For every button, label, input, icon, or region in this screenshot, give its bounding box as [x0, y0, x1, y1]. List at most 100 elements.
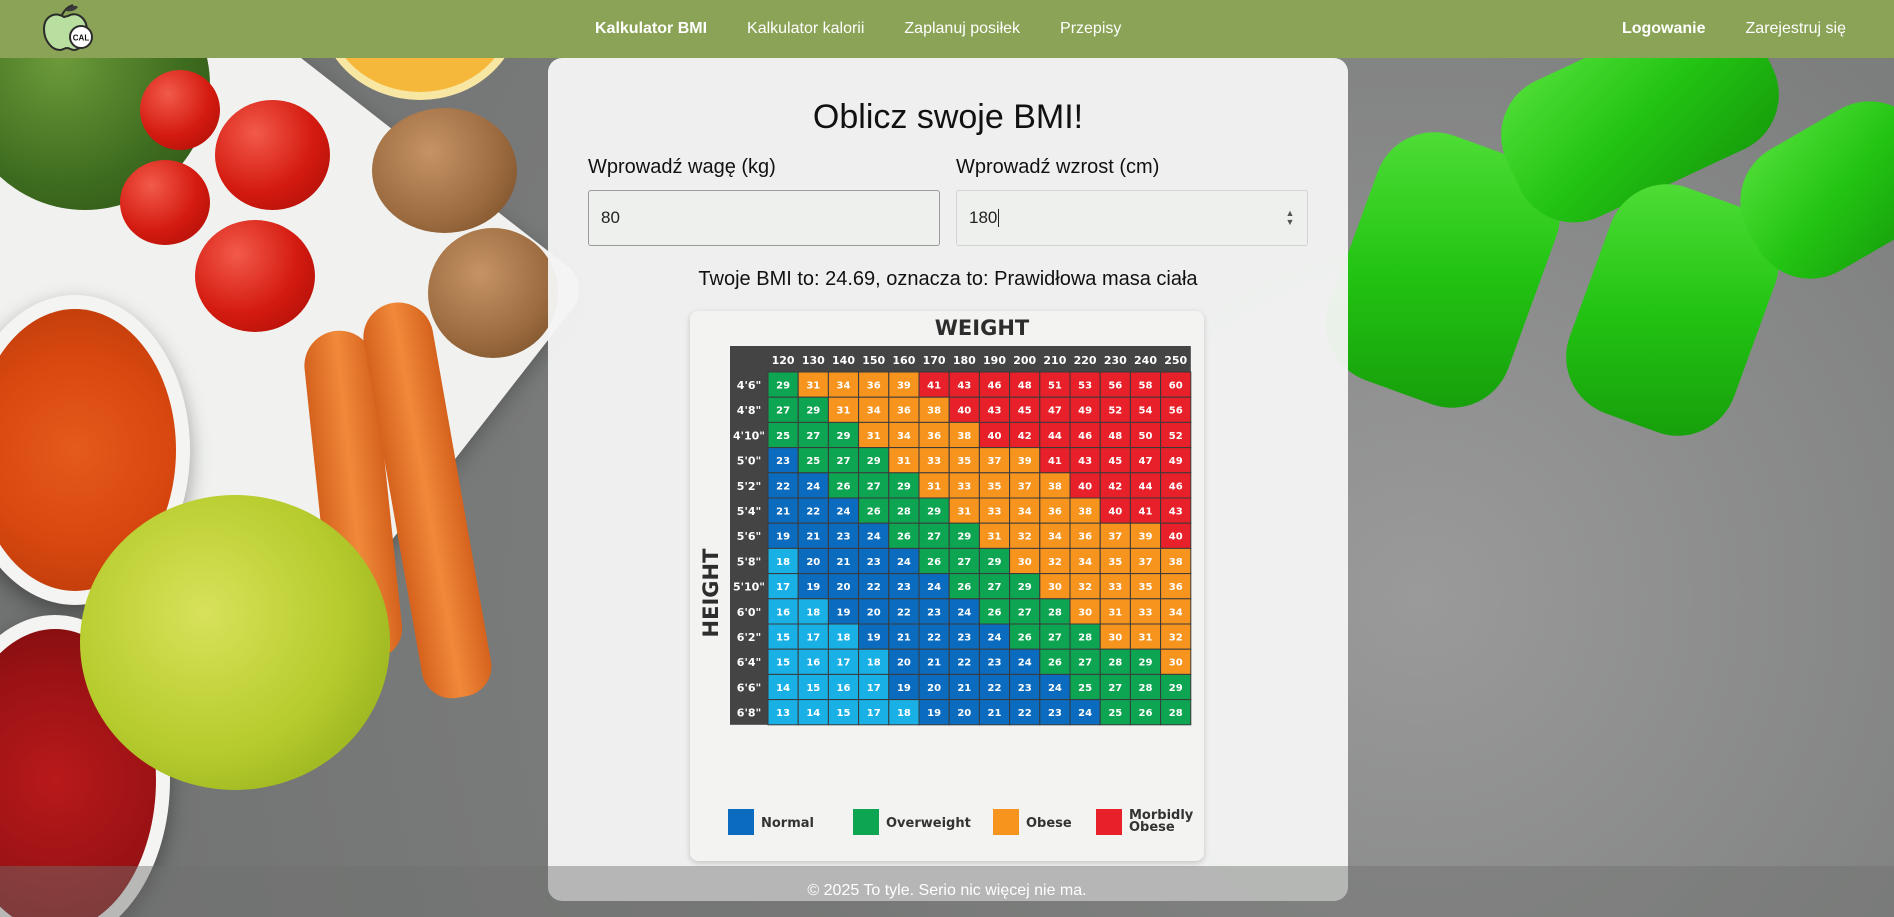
bmi-cell-value: 38: [1078, 507, 1092, 518]
green-apple: [80, 495, 390, 790]
bmi-cell-value: 31: [927, 481, 941, 492]
bmi-cell-value: 32: [1048, 557, 1062, 568]
bmi-cell-value: 26: [867, 507, 881, 518]
bmi-cell-value: 28: [1048, 607, 1062, 618]
weight-value: 80: [601, 208, 620, 227]
height-input[interactable]: 180 ▲ ▼: [956, 190, 1308, 246]
apple-cal-logo[interactable]: CAL: [40, 3, 96, 53]
bmi-cell-value: 43: [1078, 456, 1092, 467]
bmi-cell-value: 22: [927, 633, 941, 644]
bmi-cell-value: 24: [837, 507, 851, 518]
weight-tick-label: 240: [1134, 354, 1157, 367]
bmi-table-image: WEIGHT HEIGHT 120 130 140 150 160 170 180 190 20…: [690, 311, 1204, 861]
bmi-cell-value: 24: [927, 582, 941, 593]
bmi-cell-value: 40: [1169, 532, 1183, 543]
tomato: [215, 100, 330, 210]
height-label: Wprowadź wzrost (cm): [956, 156, 1160, 178]
bmi-cell-value: 36: [927, 431, 941, 442]
bmi-cell-value: 27: [988, 582, 1002, 593]
bmi-table-title: WEIGHT: [935, 316, 1030, 340]
login-link[interactable]: Logowanie: [1622, 20, 1706, 38]
logo-text: CAL: [73, 34, 90, 43]
bmi-cell-value: 26: [1048, 658, 1062, 669]
bmi-cell-value: 31: [806, 381, 820, 392]
bmi-cell-value: 34: [867, 406, 881, 417]
bmi-cell-value: 24: [897, 557, 911, 568]
bmi-cell-value: 60: [1169, 381, 1183, 392]
nav-recipes[interactable]: Przepisy: [1060, 20, 1121, 38]
bmi-cell-value: 34: [837, 381, 851, 392]
weight-tick-label: 210: [1043, 354, 1066, 367]
height-header-bg: [730, 372, 768, 725]
bmi-cell-value: 26: [1018, 633, 1032, 644]
bmi-cell-value: 24: [957, 607, 971, 618]
bmi-cell-value: 40: [988, 431, 1002, 442]
height-tick-label: 5'10": [733, 581, 765, 594]
bmi-cell-value: 34: [1018, 507, 1032, 518]
bmi-cell-value: 27: [806, 431, 820, 442]
bmi-cell-value: 32: [1169, 633, 1183, 644]
bmi-cell-value: 25: [776, 431, 790, 442]
bmi-cell-value: 48: [1018, 381, 1032, 392]
bmi-cell-value: 19: [927, 708, 941, 719]
bmi-cell-value: 32: [1018, 532, 1032, 543]
bmi-cell-value: 30: [1048, 582, 1062, 593]
bmi-cell-value: 53: [1078, 381, 1092, 392]
bmi-cell-value: 56: [1108, 381, 1122, 392]
nav-bmi-calculator[interactable]: Kalkulator BMI: [595, 20, 707, 38]
bmi-cell-value: 31: [957, 507, 971, 518]
bmi-cell-value: 38: [927, 406, 941, 417]
nav-calorie-calculator[interactable]: Kalkulator kalorii: [747, 20, 864, 38]
weight-input[interactable]: 80: [588, 190, 940, 246]
bmi-cell-value: 22: [988, 683, 1002, 694]
bmi-cell-value: 22: [1018, 708, 1032, 719]
bmi-cell-value: 29: [957, 532, 971, 543]
bmi-cell-value: 24: [1048, 683, 1062, 694]
bmi-cell-value: 19: [806, 582, 820, 593]
legend-swatch: [1096, 809, 1122, 835]
bmi-cell-value: 33: [1139, 607, 1153, 618]
bmi-cell-value: 16: [837, 683, 851, 694]
bmi-cell-value: 19: [776, 532, 790, 543]
register-link[interactable]: Zarejestruj się: [1746, 20, 1846, 38]
top-navbar: CAL Kalkulator BMI Kalkulator kalorii Za…: [0, 0, 1894, 58]
bmi-cell-value: 36: [867, 381, 881, 392]
height-tick-label: 5'8": [737, 555, 761, 568]
bmi-cell-value: 20: [897, 658, 911, 669]
bmi-cell-value: 33: [927, 456, 941, 467]
auth-menu: Logowanie Zarejestruj się: [1622, 0, 1846, 58]
bmi-cell-value: 29: [1139, 658, 1153, 669]
legend-swatch: [728, 809, 754, 835]
bmi-cell-value: 47: [1048, 406, 1062, 417]
bmi-cell-value: 37: [988, 456, 1002, 467]
bmi-cell-value: 17: [867, 708, 881, 719]
number-spinner-icon[interactable]: ▲ ▼: [1285, 209, 1295, 229]
weight-tick-label: 130: [802, 354, 825, 367]
bmi-cell-value: 26: [837, 481, 851, 492]
bmi-cell-value: 26: [957, 582, 971, 593]
legend-swatch: [993, 809, 1019, 835]
bmi-cell-value: 46: [1078, 431, 1092, 442]
bmi-cell-value: 14: [806, 708, 820, 719]
bmi-cell-value: 25: [1108, 708, 1122, 719]
bmi-cell-value: 49: [1078, 406, 1092, 417]
bmi-cell-value: 15: [776, 633, 790, 644]
bmi-cell-value: 17: [837, 658, 851, 669]
nav-plan-meal[interactable]: Zaplanuj posiłek: [904, 20, 1020, 38]
bmi-cell-value: 28: [1078, 633, 1092, 644]
bmi-cell-value: 30: [1169, 658, 1183, 669]
height-tick-label: 4'8": [737, 404, 761, 417]
bmi-cell-value: 21: [988, 708, 1002, 719]
bmi-cell-value: 43: [957, 381, 971, 392]
bmi-cell-value: 30: [1108, 633, 1122, 644]
bmi-result: Twoje BMI to: 24.69, oznacza to: Prawidł…: [698, 268, 1198, 290]
height-tick-label: 6'4": [737, 656, 761, 669]
bmi-cell-value: 46: [1169, 481, 1183, 492]
bmi-cell-value: 36: [897, 406, 911, 417]
bmi-cell-value: 35: [988, 481, 1002, 492]
weight-tick-label: 170: [923, 354, 946, 367]
weight-tick-label: 200: [1013, 354, 1036, 367]
bmi-cell-value: 29: [867, 456, 881, 467]
bmi-cell-value: 21: [806, 532, 820, 543]
bmi-cell-value: 15: [837, 708, 851, 719]
